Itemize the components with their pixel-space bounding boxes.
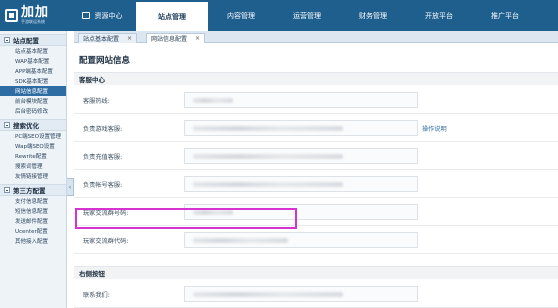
sidebar-item[interactable]: 前台模块配置 [0,96,66,106]
sidebar-item[interactable]: Rewrite配置 [0,151,66,161]
form-row-contact-us: 联系我们: [74,280,558,308]
sidebar-group-third-party: 第三方配置 支付信息配置 短信信息配置 发送邮件配置 Ucenter配置 其他接… [0,184,66,246]
contact-us-input[interactable] [184,286,418,302]
form-row-game-service: 负责游戏客服: 操作说明 [74,114,558,142]
sidebar-item[interactable]: 后台密码修改 [0,106,66,116]
account-service-input[interactable] [184,176,418,192]
sidebar-group-seo: 搜索优化 PC端SEO设置管理 Wap端SEO设置 Rewrite配置 搜索词管… [0,119,66,181]
open-tab-site-info[interactable]: 网站信息配置 × [146,33,206,43]
form-row-recharge-service: 负责充值客服: [74,142,558,170]
tab-content-management[interactable]: 内容管理 [208,0,274,31]
open-tabs-bar: 站点基本配置 × 网站信息配置 × [74,31,558,43]
sidebar-group-site-config: 站点配置 站点基本配置 WAP基本配置 APP端基本配置 SDK基本配置 网站信… [0,34,66,116]
field-label: 客服热线: [83,98,110,105]
instructions-link[interactable]: 操作说明 [422,124,447,133]
logo: 加加 手游联运系统 [0,0,68,31]
top-bar: 加加 手游联运系统 资源中心 站点管理 内容管理 运营管理 财务管理 开放平台 … [0,0,558,31]
sidebar-item[interactable]: APP端基本配置 [0,66,66,76]
tab-resource-center[interactable]: 资源中心 [68,0,136,31]
sidebar-item-active[interactable]: 网站信息配置 [0,86,66,96]
highlight-annotation [75,208,297,229]
hotline-input[interactable] [184,92,418,108]
sidebar-item[interactable]: SDK基本配置 [0,76,66,86]
form-row-player-group-code: 玩家交流群代码: [74,226,558,254]
logo-icon [5,9,18,22]
form-row-hotline: 客服热线: [74,86,558,114]
top-nav: 资源中心 站点管理 内容管理 运营管理 财务管理 开放平台 推广平台 [68,0,538,31]
game-service-input[interactable] [184,120,418,136]
sidebar-item[interactable]: 站点基本配置 [0,46,66,56]
sidebar-toggle-button[interactable]: ‹ [67,178,74,196]
sidebar-item[interactable]: Ucenter配置 [0,226,66,236]
sidebar-item[interactable]: 支付信息配置 [0,196,66,206]
tab-open-platform[interactable]: 开放平台 [406,0,472,31]
close-icon[interactable]: × [195,35,200,42]
open-tab-site-basic[interactable]: 站点基本配置 × [78,33,138,43]
section-header-right-buttons: 右侧按钮 [74,266,558,279]
tab-finance-management[interactable]: 财务管理 [340,0,406,31]
sidebar-item[interactable]: 其他接入配置 [0,236,66,246]
tab-site-management[interactable]: 站点管理 [136,0,208,31]
sidebar-item[interactable]: PC端SEO设置管理 [0,131,66,141]
collapse-icon [4,122,10,128]
sidebar-item[interactable]: WAP基本配置 [0,56,66,66]
sidebar-group-header[interactable]: 搜索优化 [0,119,66,131]
field-label: 联系我们: [83,292,110,299]
sidebar-item[interactable]: Wap端SEO设置 [0,141,66,151]
field-label: 负责帐号客服: [83,182,123,189]
close-icon[interactable]: × [127,35,132,42]
field-label: 玩家交流群代码: [83,238,129,245]
section-header-customer-service: 客服中心 [74,72,558,85]
form-row-account-service: 负责帐号客服: [74,170,558,198]
recharge-service-input[interactable] [184,148,418,164]
sidebar-item[interactable]: 发送邮件配置 [0,216,66,226]
collapse-icon [4,37,10,43]
page-title: 配置网站信息 [79,56,131,66]
tab-operations-management[interactable]: 运营管理 [274,0,340,31]
tab-promotion-platform[interactable]: 推广平台 [472,0,538,31]
sidebar: 站点配置 站点基本配置 WAP基本配置 APP端基本配置 SDK基本配置 网站信… [0,31,67,308]
player-group-code-input[interactable] [184,232,418,248]
sidebar-item[interactable]: 搜索词管理 [0,161,66,171]
collapse-icon [4,187,10,193]
main-content: 配置网站信息 客服中心 客服热线: 负责游戏客服: 操作说明 负责充值客服: 负… [74,44,558,308]
field-label: 负责游戏客服: [83,126,123,133]
field-label: 负责充值客服: [83,154,123,161]
chevron-left-icon: ‹ [68,183,72,191]
logo-subtitle: 手游联运系统 [21,19,45,24]
monitor-icon [81,12,90,19]
logo-title: 加加 [21,5,50,20]
sidebar-item[interactable]: 友情链接管理 [0,171,66,181]
sidebar-group-header[interactable]: 第三方配置 [0,184,66,196]
sidebar-group-header[interactable]: 站点配置 [0,34,66,46]
sidebar-item[interactable]: 短信信息配置 [0,206,66,216]
